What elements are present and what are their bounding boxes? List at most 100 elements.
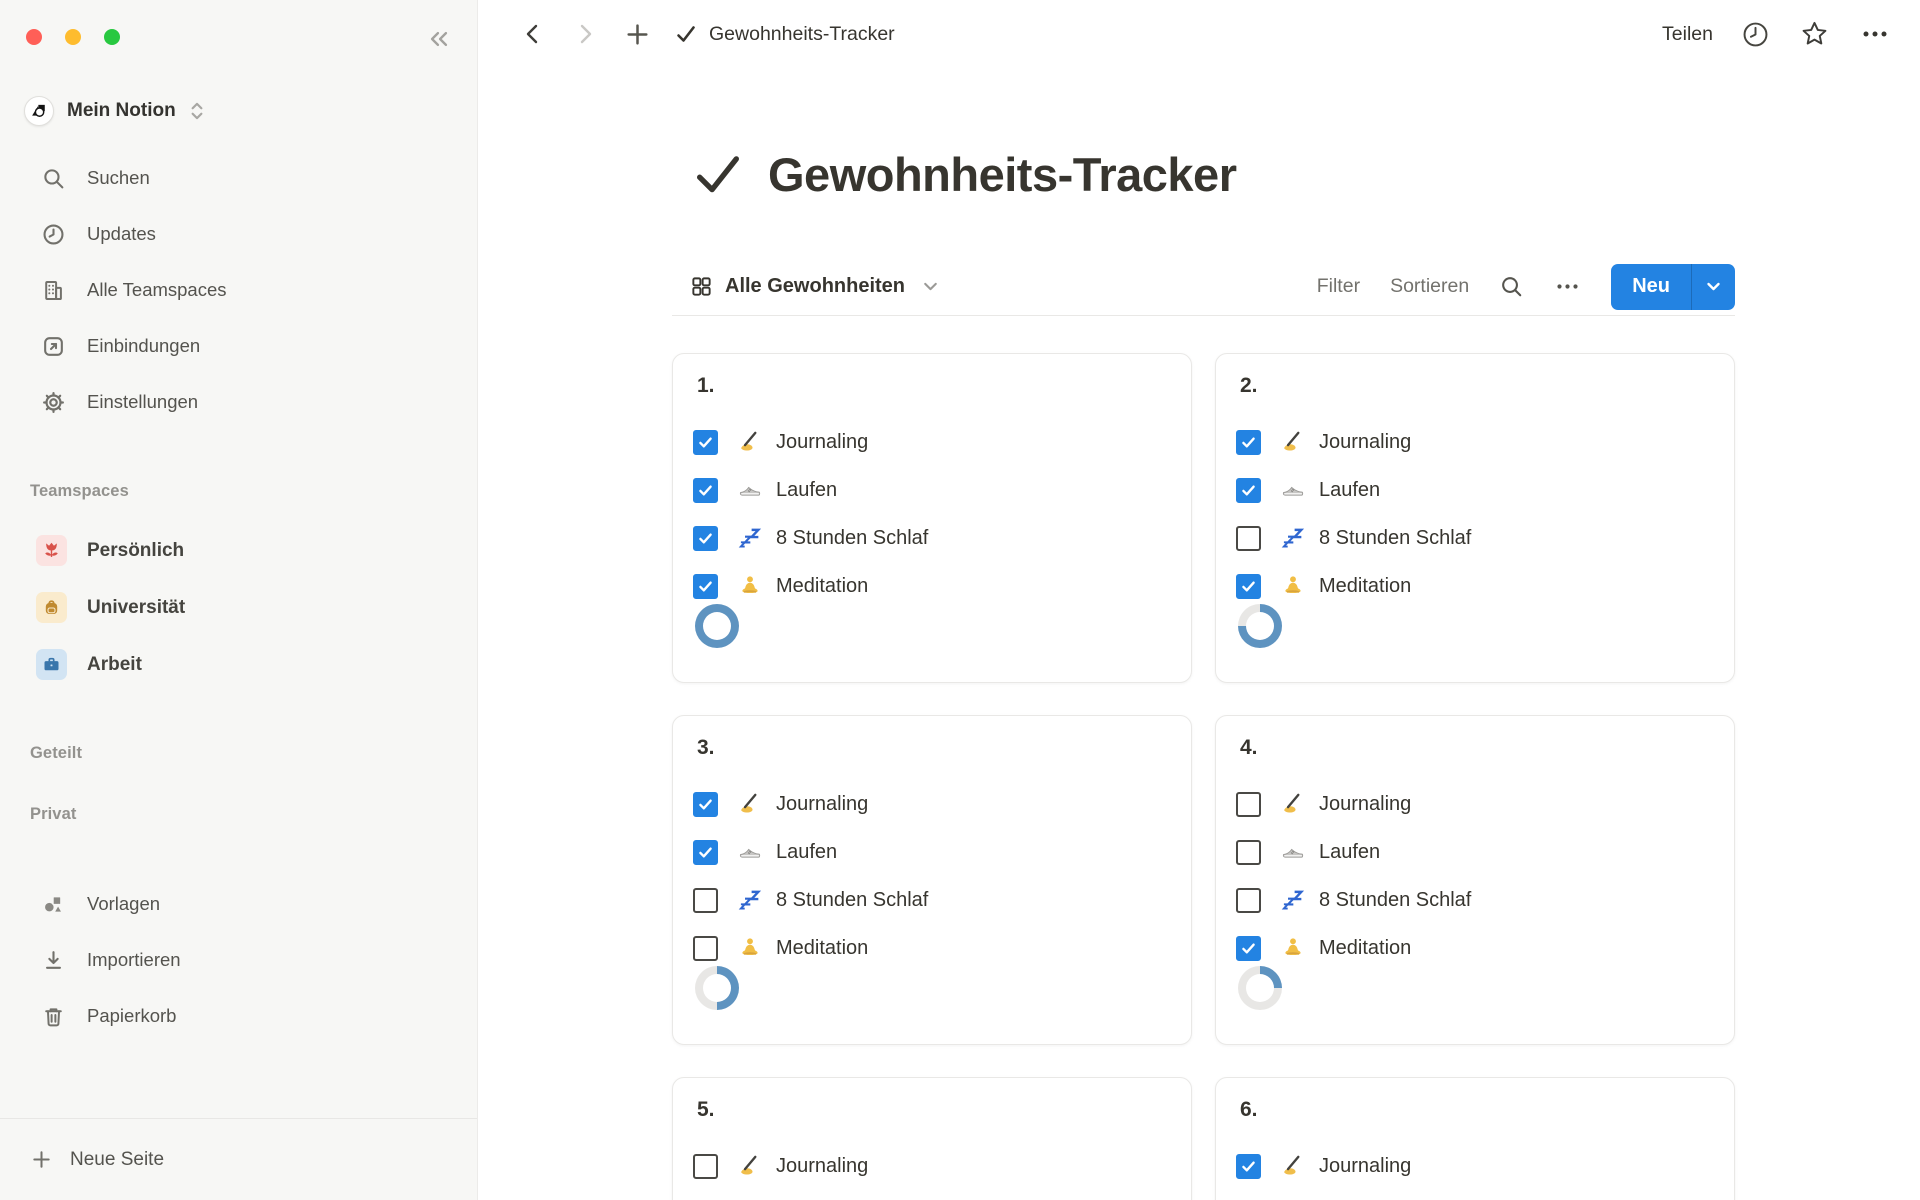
workspace-name: Mein Notion (67, 100, 176, 122)
sidebar-item-persoenlich[interactable]: Persönlich (10, 522, 467, 579)
checkbox[interactable] (1236, 574, 1261, 599)
new-page-label: Neue Seite (70, 1149, 164, 1171)
new-entry-button[interactable]: Neu (1611, 264, 1691, 310)
sidebar-item-arbeit[interactable]: Arbeit (10, 636, 467, 693)
habit-label: Journaling (1319, 793, 1411, 816)
sidebar-item-universitaet[interactable]: Universität (10, 579, 467, 636)
sidebar-item-alle-teamspaces[interactable]: Alle Teamspaces (10, 262, 467, 318)
page-menu-button[interactable] (1858, 17, 1892, 51)
page-history-button[interactable] (1740, 19, 1771, 50)
card-title: 2. (1240, 374, 1258, 398)
habit-label: Journaling (776, 1155, 868, 1178)
checkbox[interactable] (693, 792, 718, 817)
habit-label: Meditation (1319, 575, 1411, 598)
checkbox[interactable] (693, 526, 718, 551)
chevron-right-icon (572, 21, 598, 47)
window-controls (26, 29, 120, 45)
gallery-grid: 1. Journaling Laufen 8 Stunden Schlaf Me… (672, 353, 1735, 1200)
checkbox[interactable] (693, 430, 718, 455)
teamspace-label: Arbeit (87, 654, 142, 676)
favorite-button[interactable] (1798, 18, 1831, 51)
gallery-card-3[interactable]: 3. Journaling Laufen 8 Stunden Schlaf Me… (672, 715, 1192, 1045)
sidebar-item-suchen[interactable]: Suchen (10, 150, 467, 206)
nav-back-button[interactable] (518, 17, 548, 51)
checkbox[interactable] (1236, 888, 1261, 913)
sidebar-item-vorlagen[interactable]: Vorlagen (10, 876, 467, 932)
close-window-button[interactable] (26, 29, 42, 45)
habit-row-schlaf: 8 Stunden Schlaf (1236, 876, 1718, 924)
gallery-card-5[interactable]: 5. Journaling (672, 1077, 1192, 1200)
habit-row-meditation: Meditation (1236, 924, 1718, 972)
sort-button[interactable]: Sortieren (1390, 275, 1469, 298)
chevron-down-icon (1703, 276, 1724, 297)
checkbox[interactable] (693, 478, 718, 503)
checkbox[interactable] (1236, 1154, 1261, 1179)
check-mark-icon (674, 22, 698, 46)
checkbox[interactable] (1236, 792, 1261, 817)
view-options-button[interactable] (1554, 273, 1581, 300)
checkbox[interactable] (1236, 430, 1261, 455)
arrow-up-right-box-icon (40, 334, 67, 359)
new-page-button[interactable]: Neue Seite (0, 1119, 477, 1200)
writing-hand-icon (736, 791, 763, 817)
sidebar-item-label: Updates (87, 223, 156, 245)
progress-ring (1238, 966, 1282, 1010)
privat-section-header[interactable]: Privat (30, 805, 76, 824)
building-icon (40, 278, 67, 303)
checkbox[interactable] (693, 840, 718, 865)
sidebar-item-einbindungen[interactable]: Einbindungen (10, 318, 467, 374)
filter-button[interactable]: Filter (1317, 275, 1360, 298)
checkbox[interactable] (1236, 478, 1261, 503)
backpack-icon (36, 592, 67, 623)
ellipsis-icon (1554, 273, 1581, 300)
habit-row-journaling: Journaling (1236, 418, 1718, 466)
sidebar-item-einstellungen[interactable]: Einstellungen (10, 374, 467, 430)
habit-row-journaling: Journaling (693, 418, 1175, 466)
workspace-switcher[interactable]: Mein Notion (24, 90, 205, 132)
briefcase-icon (36, 649, 67, 680)
sidebar-item-updates[interactable]: Updates (10, 206, 467, 262)
breadcrumb[interactable]: Gewohnheits-Tracker (674, 22, 895, 46)
search-in-view-button[interactable] (1499, 274, 1524, 299)
sidebar-item-label: Alle Teamspaces (87, 279, 227, 301)
sidebar-item-papierkorb[interactable]: Papierkorb (10, 988, 467, 1044)
writing-hand-icon (1279, 429, 1306, 455)
ellipsis-icon (1858, 17, 1892, 51)
new-tab-button[interactable] (622, 17, 652, 51)
writing-hand-icon (1279, 791, 1306, 817)
gallery-card-6[interactable]: 6. Journaling (1215, 1077, 1735, 1200)
checkbox[interactable] (693, 936, 718, 961)
view-tab-alle-gewohnheiten[interactable]: Alle Gewohnheiten (672, 275, 940, 298)
gear-icon (40, 390, 67, 415)
clock-icon (1740, 19, 1771, 50)
checkbox[interactable] (1236, 526, 1261, 551)
page-title[interactable]: Gewohnheits-Tracker (768, 147, 1237, 202)
checkbox[interactable] (693, 574, 718, 599)
habit-row-meditation: Meditation (1236, 562, 1718, 610)
view-name: Alle Gewohnheiten (725, 275, 905, 298)
sidebar-item-importieren[interactable]: Importieren (10, 932, 467, 988)
checkbox[interactable] (1236, 936, 1261, 961)
nav-forward-button[interactable] (570, 17, 600, 51)
gallery-card-2[interactable]: 2. Journaling Laufen 8 Stunden Schlaf Me… (1215, 353, 1735, 683)
checkbox[interactable] (1236, 840, 1261, 865)
download-icon (40, 948, 67, 973)
habit-label: 8 Stunden Schlaf (776, 527, 928, 550)
geteilt-section-header[interactable]: Geteilt (30, 744, 82, 763)
habit-row-schlaf: 8 Stunden Schlaf (1236, 514, 1718, 562)
teamspaces-list: Persönlich Universität Arbeit (10, 522, 467, 693)
lotus-person-icon (1279, 935, 1306, 961)
plus-icon (30, 1148, 53, 1171)
share-button[interactable]: Teilen (1662, 23, 1713, 46)
minimize-window-button[interactable] (65, 29, 81, 45)
gallery-card-1[interactable]: 1. Journaling Laufen 8 Stunden Schlaf Me… (672, 353, 1192, 683)
teamspaces-section-header[interactable]: Teamspaces (30, 482, 129, 501)
progress-ring (695, 966, 739, 1010)
zoom-window-button[interactable] (104, 29, 120, 45)
collapse-sidebar-button[interactable] (421, 22, 457, 56)
gallery-card-4[interactable]: 4. Journaling Laufen 8 Stunden Schlaf Me… (1215, 715, 1735, 1045)
checkbox[interactable] (693, 888, 718, 913)
teamspace-label: Persönlich (87, 540, 184, 562)
checkbox[interactable] (693, 1154, 718, 1179)
new-entry-dropdown-button[interactable] (1692, 264, 1735, 310)
